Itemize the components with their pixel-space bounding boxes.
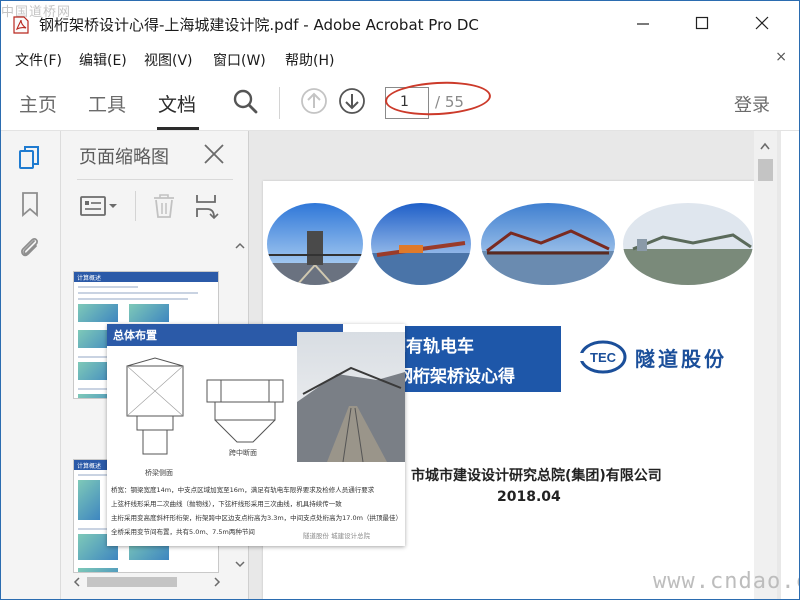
thumbnail-text-line (78, 292, 198, 294)
brand-name: 隧道股份 (635, 347, 727, 371)
overlay-bullet: 上弦杆线形采用二次曲线（抛物线），下弦杆线形采用三次曲线，机具持续传一致 (111, 500, 342, 508)
acrobat-window: 中国道桥网 钢桁架桥设计心得-上海城建设计院.pdf - Adobe Acrob… (0, 0, 800, 600)
menu-edit[interactable]: 编辑(E) (79, 50, 127, 70)
title-bar[interactable]: 中国道桥网 钢桁架桥设计心得-上海城建设计院.pdf - Adobe Acrob… (1, 1, 799, 45)
thumbnail-text-line (78, 298, 188, 300)
overlay-bullet: 全桥采用变节间布置，共有5.0m、7.5m两种节间 (111, 528, 255, 536)
thumbnail-horizontal-scrollbar[interactable] (71, 575, 239, 589)
tec-logo: TEC (577, 340, 627, 374)
cover-photo (371, 203, 471, 285)
acrobat-app-icon (13, 16, 29, 34)
menu-view[interactable]: 视图(V) (144, 50, 193, 70)
page-highlight-circle (384, 79, 492, 118)
tec-logo-text: TEC (590, 350, 617, 365)
menu-bar: 文件(F) 编辑(E) 视图(V) 窗口(W) 帮助(H) × (1, 45, 799, 71)
panel-divider (77, 179, 233, 180)
document-vertical-scrollbar[interactable] (754, 131, 777, 600)
document-date: 2018.04 (497, 489, 561, 505)
tab-tools[interactable]: 工具 (88, 90, 126, 117)
minimize-button[interactable] (628, 11, 658, 35)
menubar-close-button[interactable]: × (775, 49, 787, 65)
maximize-button[interactable] (687, 11, 717, 35)
tab-home[interactable]: 主页 (19, 90, 57, 117)
maximize-icon (695, 16, 709, 30)
panel-title: 页面缩略图 (79, 147, 169, 168)
thumbnail-options-icon[interactable] (79, 193, 121, 219)
attachment-icon[interactable] (17, 235, 43, 261)
bridge-section-drawing (107, 346, 291, 464)
thumbnail-figure (78, 568, 118, 572)
overlay-bullet: 主桁采用变高度斜杆形桁架，桁架跨中区边支点桁高为3.3m，中间支点处桁高为17.… (111, 514, 402, 522)
cover-photo (267, 203, 363, 285)
thumbnail-text-line (78, 286, 138, 288)
delete-icon[interactable] (151, 193, 177, 219)
cover-photo (481, 203, 615, 285)
thumbnail-figure (129, 304, 170, 322)
toolbar-separator (279, 87, 280, 119)
overlay-bullet: 桥宽：钢梁宽度14m，中支点区域加宽至16m，满足有轨电车限界要求及检修人员通行… (111, 486, 375, 494)
menu-window[interactable]: 窗口(W) (213, 50, 266, 70)
panel-tool-separator (135, 191, 136, 221)
bookmark-icon[interactable] (17, 191, 43, 217)
close-icon (755, 16, 769, 30)
menu-file[interactable]: 文件(F) (15, 50, 62, 70)
close-icon[interactable] (202, 142, 226, 166)
cover-photo (623, 203, 753, 285)
overlay-title: 总体布置 (113, 329, 157, 342)
rotate-page-icon[interactable] (193, 193, 219, 219)
caption-side-view: 桥梁侧面 (145, 469, 173, 477)
window-title: 钢桁架桥设计心得-上海城建设计院.pdf - Adobe Acrobat Pro… (39, 16, 479, 34)
tab-document[interactable]: 文档 (158, 90, 196, 117)
close-window-button[interactable] (747, 11, 777, 35)
thumbnail-heading: 计算概述 (74, 272, 218, 282)
thumbnail-figure (78, 480, 100, 520)
previous-page-icon[interactable] (300, 87, 328, 115)
navigation-rail (1, 131, 61, 599)
overlay-slide: 总体布置 桥梁侧面 跨中断面 桥宽：钢梁宽度14m，中支点区域加宽至16m，满足… (107, 324, 405, 546)
next-page-icon[interactable] (338, 87, 366, 115)
watermark-bottom: www.cndao.com (653, 569, 799, 594)
login-link[interactable]: 登录 (734, 91, 770, 117)
caption-mid-section: 跨中断面 (229, 449, 257, 457)
search-icon[interactable] (231, 87, 259, 115)
toolbar: 主页 工具 文档 1 / 55 登录 (1, 71, 799, 131)
bridge-photo (297, 332, 405, 462)
page-thumbnails-icon[interactable] (17, 145, 43, 171)
minimize-icon (637, 23, 649, 25)
overlay-footer: 隧道股份 城建设计总院 (303, 532, 371, 540)
institute-name: 市城市建设设计研究总院(集团)有限公司 (411, 468, 662, 484)
active-tab-indicator (157, 127, 199, 130)
thumbnail-figure (78, 304, 118, 322)
menu-help[interactable]: 帮助(H) (285, 50, 334, 70)
